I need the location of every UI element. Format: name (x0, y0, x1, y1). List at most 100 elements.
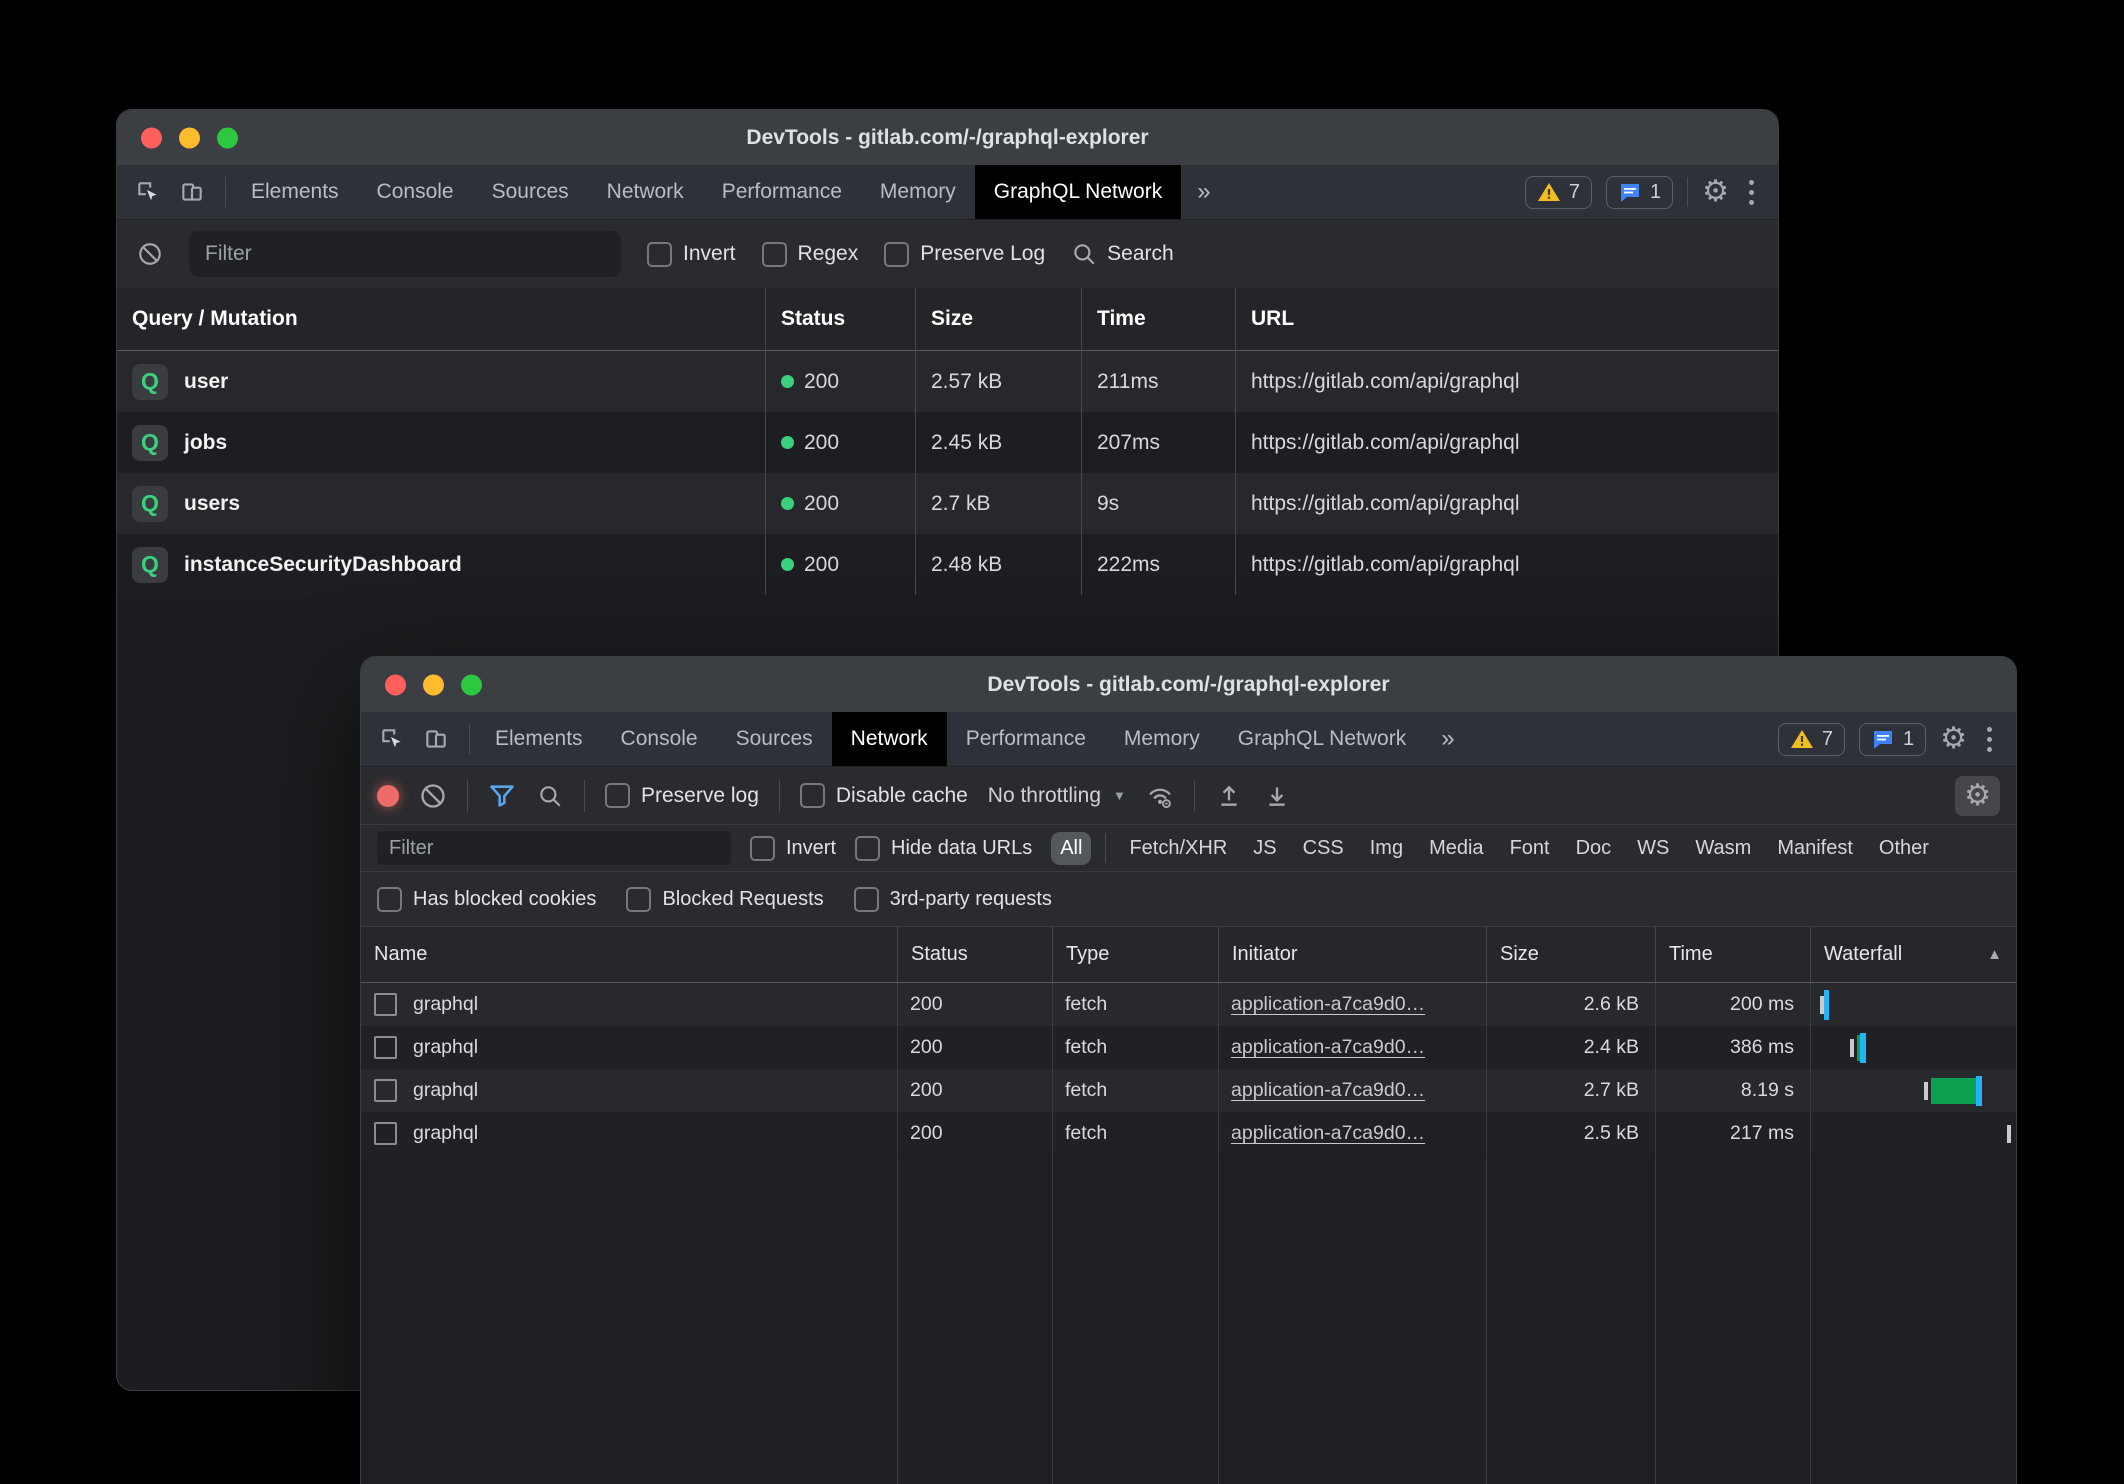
invert-checkbox[interactable]: Invert (647, 242, 736, 267)
close-window-button[interactable] (141, 127, 162, 148)
messages-badge[interactable]: 1 (1859, 723, 1926, 756)
column-header-status[interactable]: Status (765, 288, 915, 350)
tab-elements[interactable]: Elements (232, 165, 358, 219)
network-conditions-icon[interactable] (1146, 782, 1174, 810)
tab-graphql-network[interactable]: GraphQL Network (1219, 712, 1425, 766)
tab-console[interactable]: Console (602, 712, 717, 766)
more-options-icon[interactable] (1981, 727, 1998, 752)
inspect-element-icon[interactable] (135, 179, 161, 205)
checkbox[interactable] (762, 242, 787, 267)
checkbox[interactable] (605, 783, 630, 808)
column-header-type[interactable]: Type (1052, 927, 1218, 982)
tab-graphql-network[interactable]: GraphQL Network (975, 165, 1181, 219)
column-header-status[interactable]: Status (897, 927, 1052, 982)
device-toolbar-icon[interactable] (179, 179, 205, 205)
initiator-link[interactable]: application-a7ca9d0… (1231, 993, 1425, 1016)
type-filter-wasm[interactable]: Wasm (1686, 832, 1760, 865)
type-filter-doc[interactable]: Doc (1567, 832, 1621, 865)
import-har-icon[interactable] (1215, 782, 1243, 810)
column-header-time[interactable]: Time (1655, 927, 1810, 982)
clear-icon[interactable] (137, 241, 163, 267)
column-header-waterfall[interactable]: Waterfall ▲ (1810, 927, 2016, 982)
title-bar[interactable]: DevTools - gitlab.com/-/graphql-explorer (117, 110, 1778, 165)
blocked-requests-checkbox[interactable]: Blocked Requests (626, 887, 823, 912)
tab-network[interactable]: Network (588, 165, 703, 219)
close-window-button[interactable] (385, 674, 406, 695)
clear-network-log-icon[interactable] (419, 782, 447, 810)
filter-input[interactable] (189, 231, 621, 277)
tab-network[interactable]: Network (832, 712, 947, 766)
preserve-log-checkbox[interactable]: Preserve Log (884, 242, 1045, 267)
inspect-element-icon[interactable] (379, 726, 405, 752)
filter-funnel-icon[interactable] (488, 782, 516, 810)
3rd-party-requests-checkbox[interactable]: 3rd-party requests (854, 887, 1052, 912)
warnings-badge[interactable]: 7 (1525, 176, 1592, 209)
tab-sources[interactable]: Sources (473, 165, 588, 219)
device-toolbar-icon[interactable] (423, 726, 449, 752)
type-filter-font[interactable]: Font (1501, 832, 1559, 865)
messages-badge[interactable]: 1 (1606, 176, 1673, 209)
more-options-icon[interactable] (1743, 180, 1760, 205)
column-header-size[interactable]: Size (1486, 927, 1655, 982)
type-filter-ws[interactable]: WS (1628, 832, 1678, 865)
graphql-request-row[interactable]: Qjobs2002.45 kB207mshttps://gitlab.com/a… (117, 412, 1778, 473)
more-tabs-chevron-icon[interactable]: » (1181, 165, 1226, 219)
search-toggle[interactable]: Search (1071, 241, 1174, 267)
network-request-row[interactable]: graphql200fetchapplication-a7ca9d0…2.7 k… (361, 1069, 2016, 1112)
request-checkbox[interactable] (374, 993, 397, 1016)
minimize-window-button[interactable] (423, 674, 444, 695)
settings-gear-icon[interactable]: ⚙ (1702, 177, 1729, 207)
tab-memory[interactable]: Memory (861, 165, 975, 219)
column-header-name[interactable]: Name (361, 927, 897, 982)
column-header-initiator[interactable]: Initiator (1218, 927, 1486, 982)
checkbox[interactable] (855, 836, 880, 861)
tab-performance[interactable]: Performance (703, 165, 861, 219)
tab-memory[interactable]: Memory (1105, 712, 1219, 766)
invert-checkbox[interactable]: Invert (750, 836, 836, 861)
checkbox[interactable] (854, 887, 879, 912)
record-network-log-button[interactable] (377, 785, 399, 807)
export-har-icon[interactable] (1263, 782, 1291, 810)
type-filter-js[interactable]: JS (1244, 832, 1285, 865)
zoom-window-button[interactable] (217, 127, 238, 148)
network-request-row[interactable]: graphql200fetchapplication-a7ca9d0…2.4 k… (361, 1026, 2016, 1069)
regex-checkbox[interactable]: Regex (762, 242, 859, 267)
zoom-window-button[interactable] (461, 674, 482, 695)
request-checkbox[interactable] (374, 1079, 397, 1102)
filter-input[interactable] (377, 831, 731, 865)
type-filter-all[interactable]: All (1051, 832, 1091, 865)
initiator-link[interactable]: application-a7ca9d0… (1231, 1079, 1425, 1102)
tab-performance[interactable]: Performance (947, 712, 1105, 766)
network-settings-button[interactable]: ⚙ (1955, 776, 2000, 816)
checkbox[interactable] (626, 887, 651, 912)
type-filter-other[interactable]: Other (1870, 832, 1938, 865)
checkbox[interactable] (884, 242, 909, 267)
checkbox[interactable] (800, 783, 825, 808)
tab-sources[interactable]: Sources (717, 712, 832, 766)
network-request-row[interactable]: graphql200fetchapplication-a7ca9d0…2.6 k… (361, 983, 2016, 1026)
type-filter-fetch-xhr[interactable]: Fetch/XHR (1120, 832, 1236, 865)
column-header-query-mutation[interactable]: Query / Mutation (117, 288, 765, 350)
column-header-url[interactable]: URL (1235, 288, 1778, 350)
initiator-link[interactable]: application-a7ca9d0… (1231, 1122, 1425, 1145)
column-header-time[interactable]: Time (1081, 288, 1235, 350)
hide-data-urls-checkbox[interactable]: Hide data URLs (855, 836, 1032, 861)
graphql-request-row[interactable]: Qusers2002.7 kB9shttps://gitlab.com/api/… (117, 473, 1778, 534)
checkbox[interactable] (750, 836, 775, 861)
tab-elements[interactable]: Elements (476, 712, 602, 766)
search-icon[interactable] (536, 782, 564, 810)
more-tabs-chevron-icon[interactable]: » (1425, 712, 1470, 766)
disable-cache-checkbox[interactable]: Disable cache (800, 783, 968, 808)
column-header-size[interactable]: Size (915, 288, 1081, 350)
minimize-window-button[interactable] (179, 127, 200, 148)
request-checkbox[interactable] (374, 1122, 397, 1145)
request-checkbox[interactable] (374, 1036, 397, 1059)
settings-gear-icon[interactable]: ⚙ (1940, 724, 1967, 754)
title-bar[interactable]: DevTools - gitlab.com/-/graphql-explorer (361, 657, 2016, 712)
checkbox[interactable] (647, 242, 672, 267)
preserve-log-checkbox[interactable]: Preserve log (605, 783, 759, 808)
type-filter-css[interactable]: CSS (1294, 832, 1353, 865)
has-blocked-cookies-checkbox[interactable]: Has blocked cookies (377, 887, 596, 912)
type-filter-manifest[interactable]: Manifest (1768, 832, 1862, 865)
network-request-row[interactable]: graphql200fetchapplication-a7ca9d0…2.5 k… (361, 1112, 2016, 1155)
